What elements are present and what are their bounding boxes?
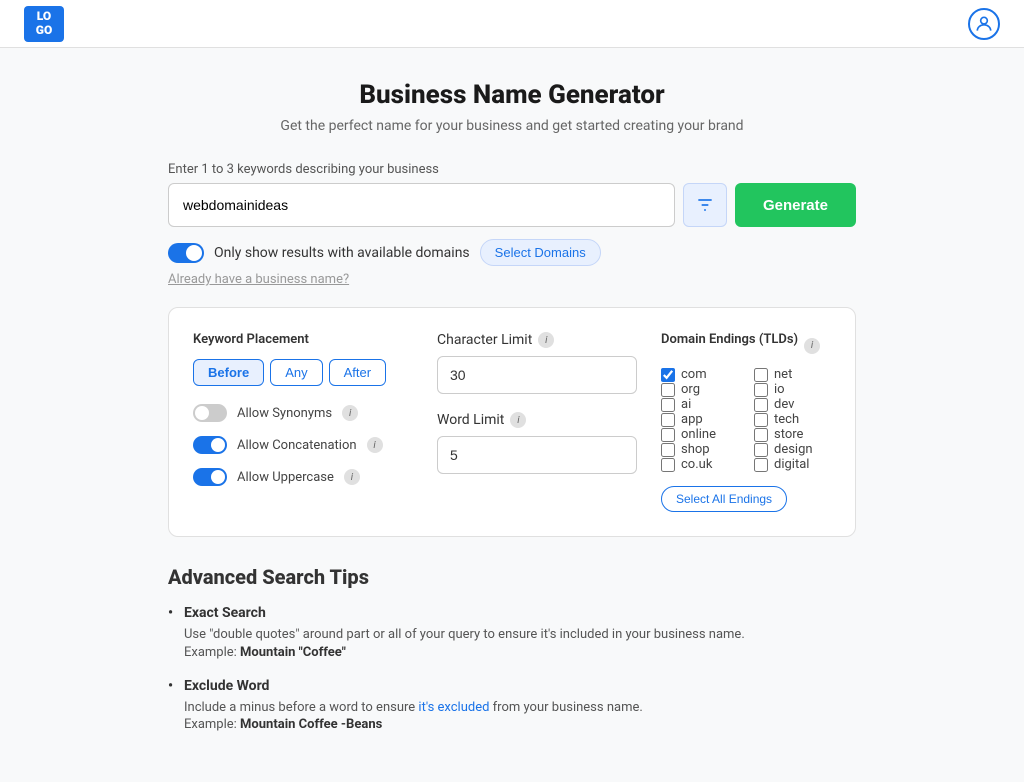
- filter-button[interactable]: [683, 183, 727, 227]
- char-limit-label-row: Character Limit i: [437, 332, 637, 348]
- tld-net-checkbox[interactable]: [754, 368, 768, 382]
- keyword-before-button[interactable]: Before: [193, 359, 264, 386]
- uppercase-label: Allow Uppercase: [237, 470, 334, 485]
- char-limit-input[interactable]: [437, 356, 637, 394]
- tips-section: Advanced Search Tips Exact Search Use "d…: [168, 565, 856, 732]
- synonyms-toggle[interactable]: [193, 404, 227, 422]
- keyword-input[interactable]: [168, 183, 675, 227]
- tld-dev-checkbox[interactable]: [754, 398, 768, 412]
- tld-shop: shop: [661, 442, 738, 457]
- keyword-placement-section: Keyword Placement Before Any After Allow…: [193, 332, 413, 512]
- concatenation-row: Allow Concatenation i: [193, 436, 413, 454]
- tld-io: io: [754, 382, 831, 397]
- tld-digital-checkbox[interactable]: [754, 458, 768, 472]
- uppercase-toggle[interactable]: [193, 468, 227, 486]
- concatenation-label: Allow Concatenation: [237, 438, 357, 453]
- uppercase-row: Allow Uppercase i: [193, 468, 413, 486]
- domain-endings-title-row: Domain Endings (TLDs) i: [661, 332, 831, 359]
- tips-title: Advanced Search Tips: [168, 565, 856, 589]
- tip-exact-title: Exact Search: [184, 605, 856, 621]
- concatenation-info-icon[interactable]: i: [367, 437, 383, 453]
- search-row: Generate: [168, 183, 856, 227]
- tld-online-checkbox[interactable]: [661, 428, 675, 442]
- user-account-icon[interactable]: [968, 8, 1000, 40]
- tld-shop-checkbox[interactable]: [661, 443, 675, 457]
- tld-couk-checkbox[interactable]: [661, 458, 675, 472]
- input-label: Enter 1 to 3 keywords describing your bu…: [168, 162, 856, 177]
- tld-ai-checkbox[interactable]: [661, 398, 675, 412]
- tip-exclude-highlight: it's excluded: [418, 700, 489, 715]
- tld-store: store: [754, 427, 831, 442]
- tld-app-checkbox[interactable]: [661, 413, 675, 427]
- have-name-link[interactable]: Already have a business name?: [168, 272, 856, 287]
- generate-button[interactable]: Generate: [735, 183, 856, 227]
- tld-io-checkbox[interactable]: [754, 383, 768, 397]
- synonyms-label: Allow Synonyms: [237, 406, 332, 421]
- tld-couk: co.uk: [661, 457, 738, 472]
- domain-endings-title: Domain Endings (TLDs): [661, 332, 798, 347]
- tld-online: online: [661, 427, 738, 442]
- panel-grid: Keyword Placement Before Any After Allow…: [193, 332, 831, 512]
- word-limit-label: Word Limit: [437, 412, 504, 428]
- tld-com-checkbox[interactable]: [661, 368, 675, 382]
- tip-exclude-desc: Include a minus before a word to ensure …: [184, 698, 856, 718]
- word-limit-info-icon[interactable]: i: [510, 412, 526, 428]
- advanced-panel: Keyword Placement Before Any After Allow…: [168, 307, 856, 537]
- uppercase-info-icon[interactable]: i: [344, 469, 360, 485]
- tld-right-col: net io dev tech store: [754, 367, 831, 472]
- limits-section: Character Limit i Word Limit i: [437, 332, 637, 512]
- tip-exact-search: Exact Search Use "double quotes" around …: [168, 605, 856, 660]
- tld-design: design: [754, 442, 831, 457]
- tld-tech: tech: [754, 412, 831, 427]
- tld-grid: com org ai app online: [661, 367, 831, 472]
- tip-exact-example: Example: Mountain "Coffee": [184, 645, 856, 660]
- tld-digital: digital: [754, 457, 831, 472]
- tip-exclude-title: Exclude Word: [184, 678, 856, 694]
- tld-org-checkbox[interactable]: [661, 383, 675, 397]
- tld-dev: dev: [754, 397, 831, 412]
- tld-net: net: [754, 367, 831, 382]
- char-limit-label: Character Limit: [437, 332, 532, 348]
- domains-toggle-label: Only show results with available domains: [214, 245, 470, 261]
- tip-exact-desc: Use "double quotes" around part or all o…: [184, 625, 856, 645]
- domain-endings-section: Domain Endings (TLDs) i com org ai: [661, 332, 831, 512]
- tld-tech-checkbox[interactable]: [754, 413, 768, 427]
- tld-design-checkbox[interactable]: [754, 443, 768, 457]
- tld-ai: ai: [661, 397, 738, 412]
- tld-store-checkbox[interactable]: [754, 428, 768, 442]
- select-domains-button[interactable]: Select Domains: [480, 239, 601, 266]
- logo-box: LOGO: [24, 6, 64, 42]
- page-title: Business Name Generator: [168, 80, 856, 110]
- keyword-placement-buttons: Before Any After: [193, 359, 413, 386]
- header: LOGO: [0, 0, 1024, 48]
- tld-app: app: [661, 412, 738, 427]
- tld-com: com: [661, 367, 738, 382]
- keyword-placement-title: Keyword Placement: [193, 332, 413, 347]
- tip-exclude-word: Exclude Word Include a minus before a wo…: [168, 678, 856, 733]
- tld-org: org: [661, 382, 738, 397]
- domain-endings-info-icon[interactable]: i: [804, 338, 820, 354]
- logo: LOGO: [24, 6, 64, 42]
- concatenation-toggle[interactable]: [193, 436, 227, 454]
- main-content: Business Name Generator Get the perfect …: [152, 48, 872, 782]
- synonyms-row: Allow Synonyms i: [193, 404, 413, 422]
- char-limit-section: Character Limit i: [437, 332, 637, 394]
- char-limit-info-icon[interactable]: i: [538, 332, 554, 348]
- tip-exclude-example: Example: Mountain Coffee -Beans: [184, 717, 856, 732]
- synonyms-info-icon[interactable]: i: [342, 405, 358, 421]
- available-domains-toggle[interactable]: [168, 243, 204, 263]
- word-limit-section: Word Limit i: [437, 412, 637, 474]
- tld-left-col: com org ai app online: [661, 367, 738, 472]
- keyword-after-button[interactable]: After: [329, 359, 386, 386]
- domains-toggle-row: Only show results with available domains…: [168, 239, 856, 266]
- select-all-endings-button[interactable]: Select All Endings: [661, 486, 787, 512]
- word-limit-input[interactable]: [437, 436, 637, 474]
- page-subtitle: Get the perfect name for your business a…: [168, 118, 856, 134]
- keyword-any-button[interactable]: Any: [270, 359, 322, 386]
- word-limit-label-row: Word Limit i: [437, 412, 637, 428]
